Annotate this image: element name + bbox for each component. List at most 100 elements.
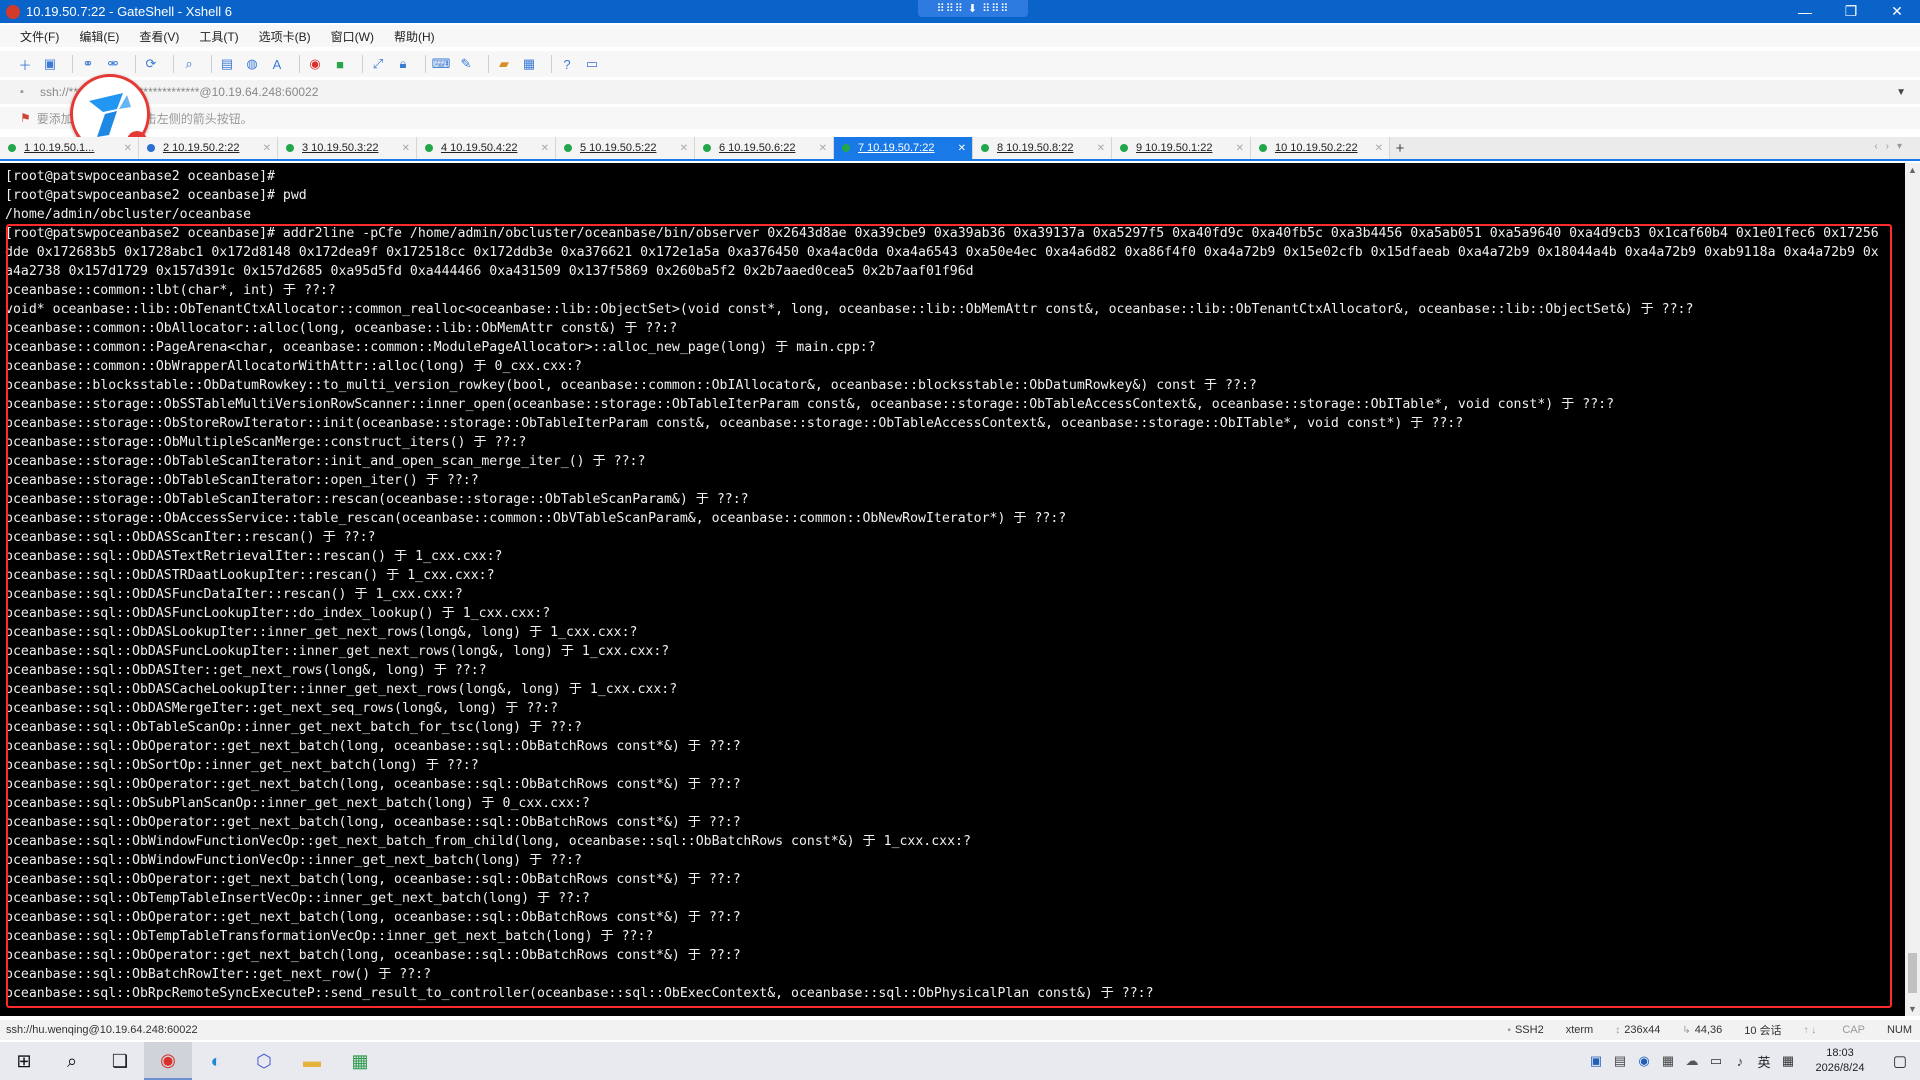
tab-label: 6 10.19.50.6:22 [719, 142, 796, 154]
toolbar-divider [425, 55, 426, 73]
session-tab[interactable]: 7 10.19.50.7:22 ✕ [834, 137, 973, 159]
close-tab-icon[interactable]: ✕ [124, 143, 132, 154]
menu-edit[interactable]: 编辑(E) [69, 28, 129, 45]
edge-browser-icon[interactable]: ◐ [192, 1042, 240, 1080]
xftp-icon[interactable]: ◉ [306, 55, 324, 73]
session-tab[interactable]: 3 10.19.50.3:22 ✕ [278, 137, 417, 159]
menu-window[interactable]: 窗口(W) [321, 28, 384, 45]
connect-icon[interactable]: ⚭ [79, 55, 97, 73]
session-tab[interactable]: 2 10.19.50.2:22 ✕ [139, 137, 278, 159]
terminal-line: oceanbase::sql::ObTableScanOp::inner_get… [5, 720, 582, 735]
chat-icon[interactable]: ▭ [583, 55, 601, 73]
volume-icon[interactable]: ♪ [1728, 1054, 1752, 1069]
drag-handle[interactable]: ⠿⠿⠿ ⬇ ⠿⠿⠿ [918, 0, 1028, 17]
menu-file[interactable]: 文件(F) [10, 28, 69, 45]
tray-app-icon[interactable]: ◉ [1632, 1053, 1656, 1069]
toolbar-divider [488, 55, 489, 73]
scroll-down-icon[interactable]: ▼ [1908, 1004, 1917, 1014]
tray-app-icon[interactable]: ▣ [1584, 1053, 1608, 1069]
close-tab-icon[interactable]: ✕ [1097, 143, 1105, 154]
close-tab-icon[interactable]: ✕ [680, 143, 688, 154]
session-tab[interactable]: 8 10.19.50.8:22 ✕ [973, 137, 1112, 159]
fullscreen-icon[interactable]: ⤢ [369, 55, 387, 73]
connection-status-icon [425, 144, 433, 152]
network-icon[interactable]: ▭ [1704, 1053, 1728, 1069]
scroll-up-icon[interactable]: ▲ [1908, 165, 1917, 175]
keyboard-icon[interactable]: ⌨ [432, 55, 451, 73]
system-clock[interactable]: 18:03 2026/8/24 [1800, 1046, 1880, 1076]
close-tab-icon[interactable]: ✕ [1236, 143, 1244, 154]
toolbar-divider [551, 55, 552, 73]
layout-icon[interactable]: ▤ [218, 55, 236, 73]
file-explorer-icon[interactable]: ▬ [288, 1042, 336, 1080]
spreadsheet-icon[interactable]: ▦ [336, 1042, 384, 1080]
status-nav[interactable]: ↑ ↓ [1804, 1025, 1821, 1036]
restore-button[interactable]: ❐ [1828, 0, 1874, 23]
session-tab[interactable]: 6 10.19.50.6:22 ✕ [695, 137, 834, 159]
close-tab-icon[interactable]: ✕ [1375, 143, 1383, 154]
xshell-taskbar-icon[interactable]: ◉ [144, 1042, 192, 1080]
terminal-line: void* oceanbase::lib::ObTenantCtxAllocat… [5, 302, 1694, 317]
status-size-label: 236x44 [1624, 1024, 1661, 1036]
new-tab-icon[interactable]: + [1390, 137, 1410, 159]
help-icon[interactable]: ? [558, 55, 576, 73]
terminal-output[interactable]: [root@patswpoceanbase2 oceanbase]# [root@… [0, 163, 1905, 1016]
title-bar[interactable]: 10.19.50.7:22 - GateShell - Xshell 6 ⠿⠿⠿… [0, 0, 1920, 23]
menu-help[interactable]: 帮助(H) [384, 28, 445, 45]
font-icon[interactable]: A [268, 55, 286, 73]
cloud-icon[interactable]: ☁ [1680, 1053, 1704, 1069]
session-tab[interactable]: 4 10.19.50.4:22 ✕ [417, 137, 556, 159]
minimize-button[interactable]: — [1782, 0, 1828, 23]
menu-view[interactable]: 查看(V) [129, 28, 189, 45]
app-store-icon[interactable]: ⬡ [240, 1042, 288, 1080]
session-tab[interactable]: 10 10.19.50.2:22 ✕ [1251, 137, 1390, 159]
terminal-scrollbar[interactable]: ▲ ▼ [1905, 163, 1920, 1016]
tab-label: 7 10.19.50.7:22 [858, 142, 935, 154]
globe-icon[interactable]: ◍ [243, 55, 261, 73]
terminal-line: oceanbase::sql::ObDASFuncDataIter::resca… [5, 587, 463, 602]
session-tab[interactable]: 5 10.19.50.5:22 ✕ [556, 137, 695, 159]
tab-scroll-arrows-icon[interactable]: ‹›▾ [1874, 141, 1910, 152]
close-tab-icon[interactable]: ✕ [819, 143, 827, 154]
windows-taskbar: ⊞ ⌕ ❏ ◉ ◐ ⬡ ▬ ▦ ▣ ▤ ◉ ▦ ☁ ▭ ♪ 英 ▦ 18:03 … [0, 1042, 1920, 1080]
ime-indicator[interactable]: 英 [1752, 1052, 1776, 1071]
close-tab-icon[interactable]: ✕ [958, 143, 966, 154]
new-session-icon[interactable]: ＋ [16, 55, 34, 73]
notification-icon[interactable]: ▢ [1880, 1052, 1920, 1070]
tray-app-icon[interactable]: ▤ [1608, 1053, 1632, 1069]
session-manager-icon[interactable]: ▰ [495, 55, 513, 73]
search-icon[interactable]: ⌕ [180, 55, 198, 73]
tray-app-icon[interactable]: ▦ [1656, 1053, 1680, 1069]
window-title: 10.19.50.7:22 - GateShell - Xshell 6 [26, 4, 232, 19]
session-tab[interactable]: 1 10.19.50.1... ✕ [0, 137, 139, 159]
close-button[interactable]: ✕ [1874, 0, 1920, 23]
script-icon[interactable]: ✎ [457, 55, 475, 73]
terminal-line: oceanbase::sql::ObTempTableInsertVecOp::… [5, 891, 590, 906]
connection-status-icon [842, 144, 850, 152]
start-windows-icon[interactable]: ⊞ [0, 1042, 48, 1080]
close-tab-icon[interactable]: ✕ [263, 143, 271, 154]
terminal-line: oceanbase::storage::ObTableScanIterator:… [5, 473, 479, 488]
task-view-icon[interactable]: ❏ [96, 1042, 144, 1080]
session-tab[interactable]: 9 10.19.50.1:22 ✕ [1112, 137, 1251, 159]
terminal-line: oceanbase::sql::ObDASMergeIter::get_next… [5, 701, 559, 716]
tab-layout-icon[interactable]: ▦ [520, 55, 538, 73]
terminal-line: oceanbase::common::ObAllocator::alloc(lo… [5, 321, 678, 336]
close-tab-icon[interactable]: ✕ [402, 143, 410, 154]
lock-icon[interactable]: 🔒︎ [394, 55, 412, 73]
nav-arrows-icon[interactable]: ↑ ↓ [1804, 1025, 1817, 1036]
chevron-down-icon[interactable]: ▼ [1896, 87, 1906, 98]
terminal-line: [root@patswpoceanbase2 oceanbase]# addr2… [5, 226, 1879, 241]
search-icon[interactable]: ⌕ [48, 1042, 96, 1080]
xshell-app-icon[interactable] [6, 4, 20, 19]
menu-tabs[interactable]: 选项卡(B) [249, 28, 321, 45]
scrollbar-thumb[interactable] [1908, 953, 1917, 993]
disconnect-icon[interactable]: ⚮ [104, 55, 122, 73]
ime-mode-icon[interactable]: ▦ [1776, 1053, 1800, 1069]
bookmark-icon[interactable]: ⚑ [20, 111, 31, 125]
open-folder-icon[interactable]: ▣ [41, 55, 59, 73]
close-tab-icon[interactable]: ✕ [541, 143, 549, 154]
xmanager-icon[interactable]: ■ [331, 55, 349, 73]
menu-tools[interactable]: 工具(T) [189, 28, 248, 45]
reconnect-icon[interactable]: ⟳ [142, 55, 160, 73]
